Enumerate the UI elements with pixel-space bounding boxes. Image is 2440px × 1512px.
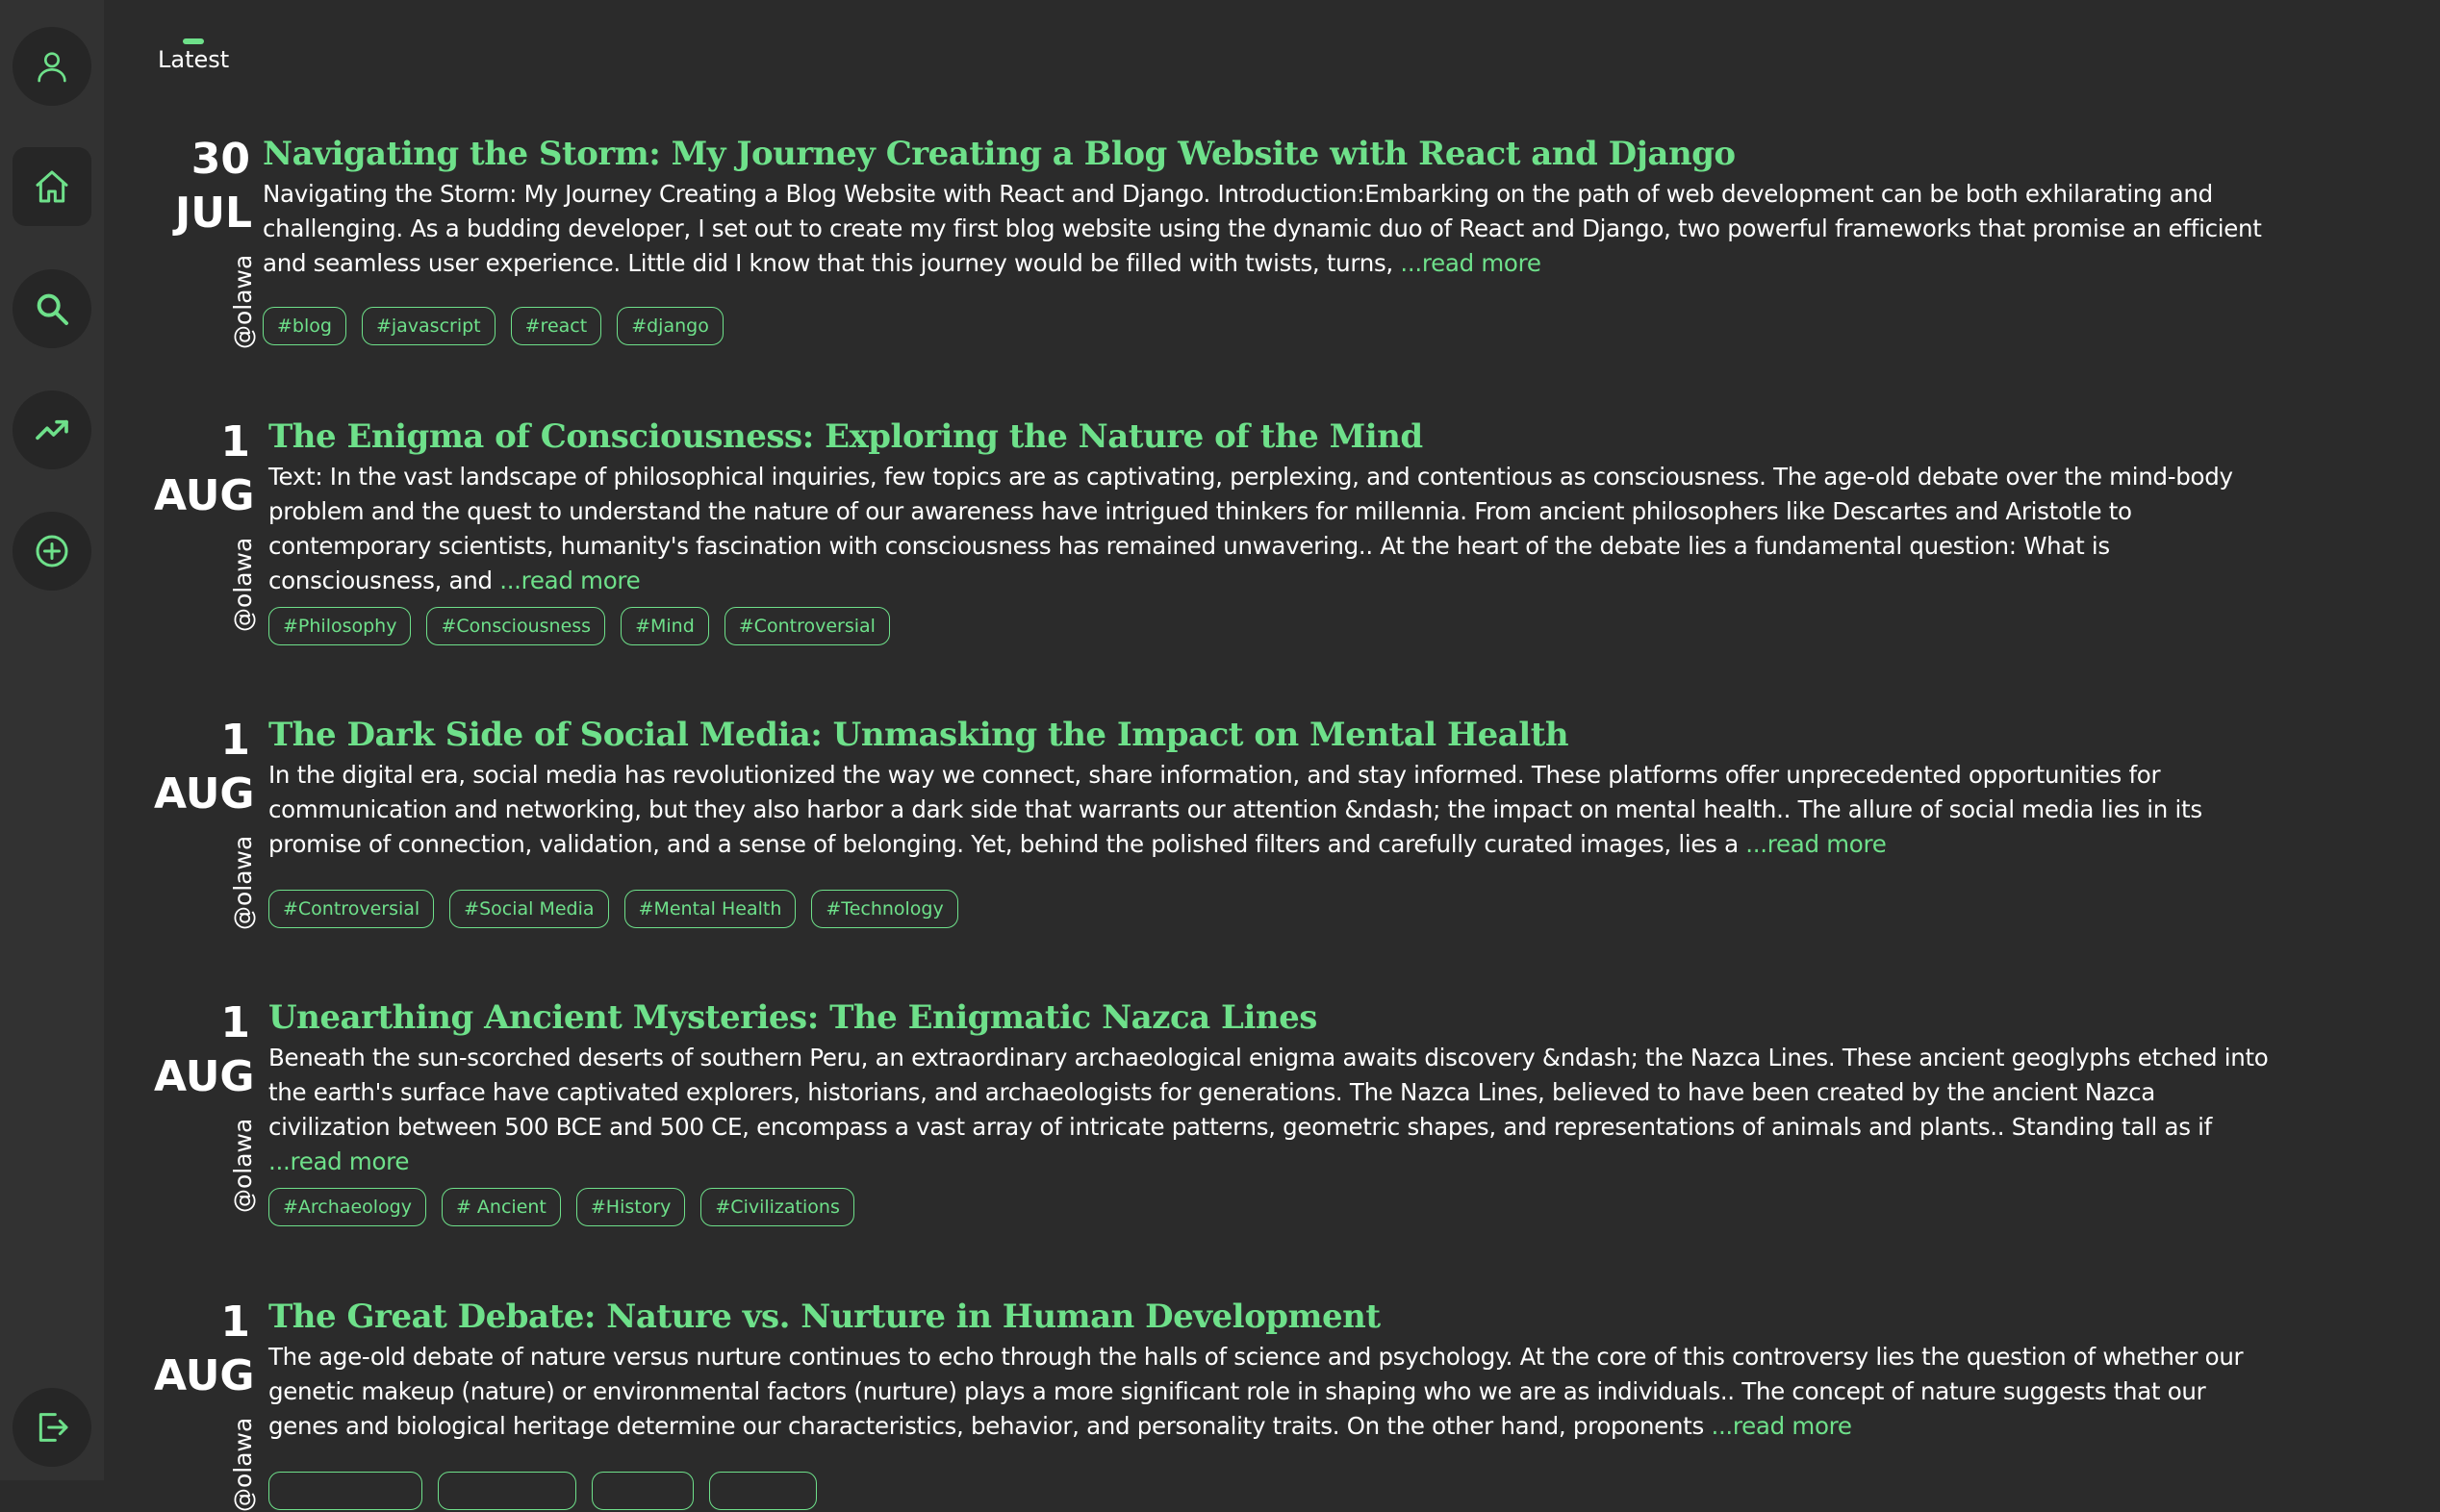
post-tags: #Archaeology # Ancient #History #Civiliz… [268, 1188, 854, 1226]
post-title[interactable]: The Enigma of Consciousness: Exploring t… [268, 416, 2193, 458]
post-month: AUG [154, 769, 255, 819]
home-button[interactable] [13, 147, 91, 226]
read-more-link[interactable]: ...read more [1745, 830, 1886, 858]
post-excerpt-text: The age-old debate of nature versus nurt… [268, 1343, 2244, 1440]
post-tags: #blog #javascript #react #django [263, 307, 724, 345]
tag[interactable] [268, 1472, 422, 1510]
post-author[interactable]: @olawa [229, 836, 257, 930]
tag[interactable]: #Consciousness [426, 607, 606, 645]
read-more-link[interactable]: ...read more [268, 1147, 409, 1175]
post-date: 1 AUG [154, 996, 255, 1104]
post-excerpt: Navigating the Storm: My Journey Creatin… [263, 177, 2264, 281]
tag[interactable] [592, 1472, 694, 1510]
sidebar [0, 0, 104, 1480]
tag[interactable]: # Ancient [441, 1188, 561, 1226]
feed: Latest 30 JUL @olawa Navigating the Stor… [104, 0, 2440, 1512]
tag[interactable]: #Controversial [268, 890, 435, 928]
read-more-link[interactable]: ...read more [499, 567, 640, 594]
post-date: 1 AUG [154, 714, 255, 821]
post-body: The Great Debate: Nature vs. Nurture in … [268, 1296, 2244, 1444]
post-body: The Enigma of Consciousness: Exploring t… [268, 416, 2233, 598]
read-more-link[interactable]: ...read more [1400, 249, 1540, 277]
post-day: 1 [220, 716, 250, 765]
post-month: AUG [154, 1052, 255, 1101]
tag[interactable]: #Technology [811, 890, 958, 928]
post-author[interactable]: @olawa [229, 1418, 257, 1512]
post-day: 1 [220, 417, 250, 466]
post-month: AUG [154, 471, 255, 520]
tag[interactable] [709, 1472, 817, 1510]
trending-icon [36, 419, 68, 441]
post-excerpt-text: Navigating the Storm: My Journey Creatin… [263, 180, 2262, 277]
tag[interactable]: #Philosophy [268, 607, 412, 645]
tab-latest[interactable]: Latest [158, 46, 229, 73]
post-excerpt: Text: In the vast landscape of philosoph… [268, 460, 2270, 598]
user-icon [38, 52, 66, 83]
search-icon [37, 293, 68, 325]
tag[interactable]: #javascript [361, 307, 496, 345]
post-day: 1 [220, 998, 250, 1047]
tag[interactable]: #Civilizations [700, 1188, 854, 1226]
post-month: AUG [154, 1351, 255, 1400]
post-date: 1 AUG [154, 1296, 255, 1403]
post-date: 1 AUG [154, 416, 255, 523]
profile-button[interactable] [13, 27, 91, 106]
post-body: Navigating the Storm: My Journey Creatin… [263, 133, 2262, 281]
post-author[interactable]: @olawa [229, 1119, 257, 1213]
post-body: The Dark Side of Social Media: Unmasking… [268, 714, 2202, 862]
post-author[interactable]: @olawa [229, 538, 257, 632]
post-excerpt: Beneath the sun-scorched deserts of sout… [268, 1041, 2270, 1179]
post-author[interactable]: @olawa [229, 255, 257, 349]
post-day: 30 [191, 135, 250, 184]
add-circle-icon [36, 535, 68, 567]
tab-indicator [183, 38, 204, 44]
post-title[interactable]: The Great Debate: Nature vs. Nurture in … [268, 1296, 2193, 1338]
logout-icon [38, 1413, 68, 1442]
tag[interactable]: #Archaeology [268, 1188, 426, 1226]
post-month: JUL [174, 189, 252, 238]
post-excerpt-text: Beneath the sun-scorched deserts of sout… [268, 1044, 2269, 1141]
post-body: Unearthing Ancient Mysteries: The Enigma… [268, 996, 2269, 1179]
tag[interactable]: #Controversial [724, 607, 890, 645]
tag[interactable]: #Social Media [449, 890, 609, 928]
post-excerpt: The age-old debate of nature versus nurt… [268, 1340, 2270, 1444]
logout-button[interactable] [13, 1388, 91, 1467]
tag[interactable]: #django [617, 307, 724, 345]
tag[interactable]: #Mind [621, 607, 709, 645]
post-tags: #Philosophy #Consciousness #Mind #Contro… [268, 607, 890, 645]
tag[interactable]: #Mental Health [623, 890, 797, 928]
tag[interactable]: #blog [263, 307, 346, 345]
create-post-button[interactable] [13, 512, 91, 591]
tag[interactable] [438, 1472, 576, 1510]
post-tags: #Controversial #Social Media #Mental Hea… [268, 890, 958, 928]
post-day: 1 [220, 1298, 250, 1347]
post-excerpt: In the digital era, social media has rev… [268, 758, 2270, 862]
tag[interactable]: #History [575, 1188, 686, 1226]
post-excerpt-text: In the digital era, social media has rev… [268, 761, 2202, 858]
trending-button[interactable] [13, 391, 91, 469]
search-button[interactable] [13, 269, 91, 348]
post-date: 30 JUL [154, 133, 252, 240]
home-icon [36, 170, 68, 203]
read-more-link[interactable]: ...read more [1711, 1412, 1851, 1440]
post-title[interactable]: Navigating the Storm: My Journey Creatin… [263, 133, 2187, 175]
tag[interactable]: #react [510, 307, 602, 345]
post-title[interactable]: The Dark Side of Social Media: Unmasking… [268, 714, 2193, 756]
post-title[interactable]: Unearthing Ancient Mysteries: The Enigma… [268, 996, 2193, 1039]
post-tags [268, 1472, 817, 1510]
